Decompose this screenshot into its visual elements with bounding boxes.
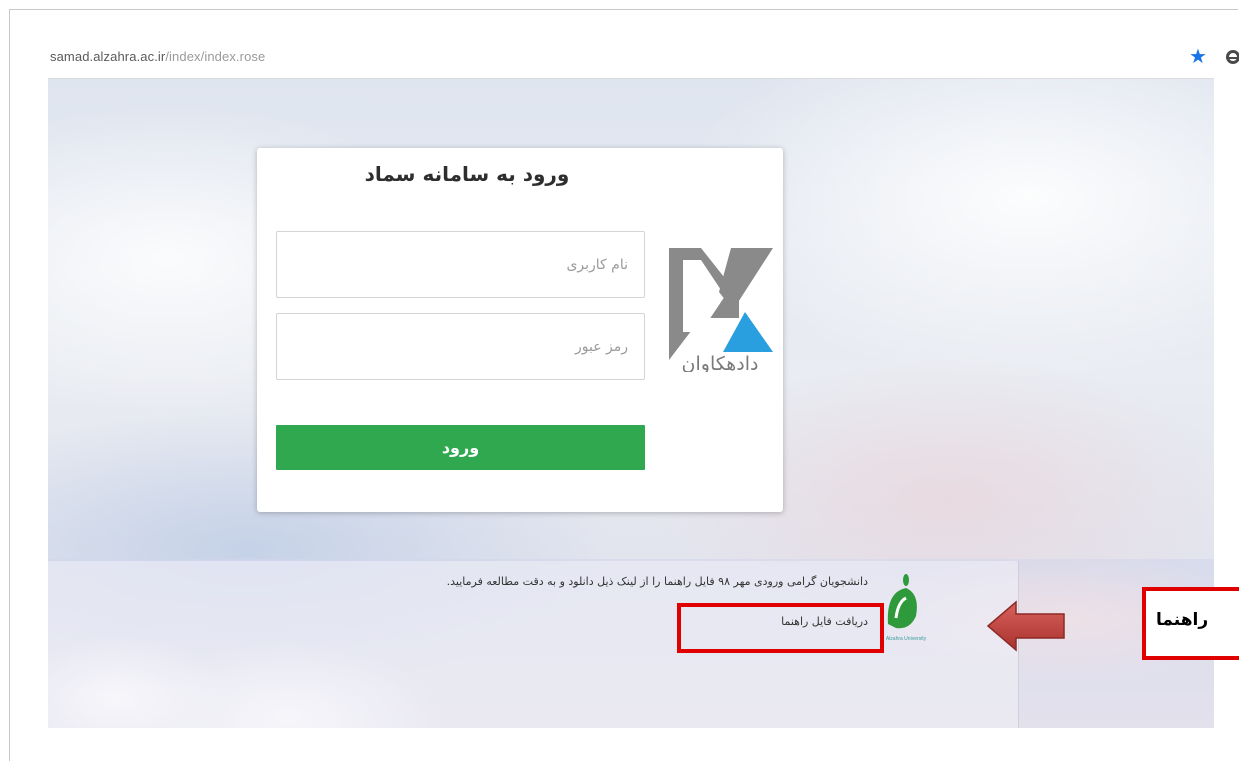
logo-flame-icon bbox=[903, 574, 909, 586]
notice-message: دانشجویان گرامی ورودی مهر ۹۸ فایل راهنما… bbox=[446, 575, 868, 588]
url-text[interactable]: samad.alzahra.ac.ir/index/index.rose bbox=[50, 49, 265, 64]
login-button[interactable]: ورود bbox=[276, 425, 645, 470]
annotation-highlight-box bbox=[677, 603, 884, 653]
username-field[interactable] bbox=[276, 231, 645, 298]
bookmark-star-icon[interactable]: ★ bbox=[1189, 44, 1207, 68]
address-bar[interactable]: samad.alzahra.ac.ir/index/index.rose ★ bbox=[48, 44, 1239, 79]
login-card: ورود به سامانه سماد ورود دادهکاوان bbox=[257, 148, 783, 512]
university-logo: Alzahra University bbox=[886, 574, 927, 642]
logo-emblem-shape bbox=[887, 588, 917, 629]
logo-wordmark: دادهکاوان bbox=[682, 353, 759, 372]
password-field[interactable] bbox=[276, 313, 645, 380]
logo-k-arm bbox=[719, 248, 773, 310]
login-title: ورود به سامانه سماد bbox=[364, 162, 570, 186]
annotation-label: راهنما bbox=[1156, 610, 1209, 630]
university-logo-caption: Alzahra University bbox=[886, 636, 927, 642]
url-path: /index/index.rose bbox=[165, 49, 266, 64]
account-icon[interactable] bbox=[1226, 50, 1239, 64]
dadehkavan-logo: دادهکاوان bbox=[669, 248, 773, 372]
url-host: samad.alzahra.ac.ir bbox=[50, 49, 166, 64]
left-arrow-icon bbox=[986, 600, 1065, 652]
arrow-shape bbox=[986, 600, 1065, 652]
